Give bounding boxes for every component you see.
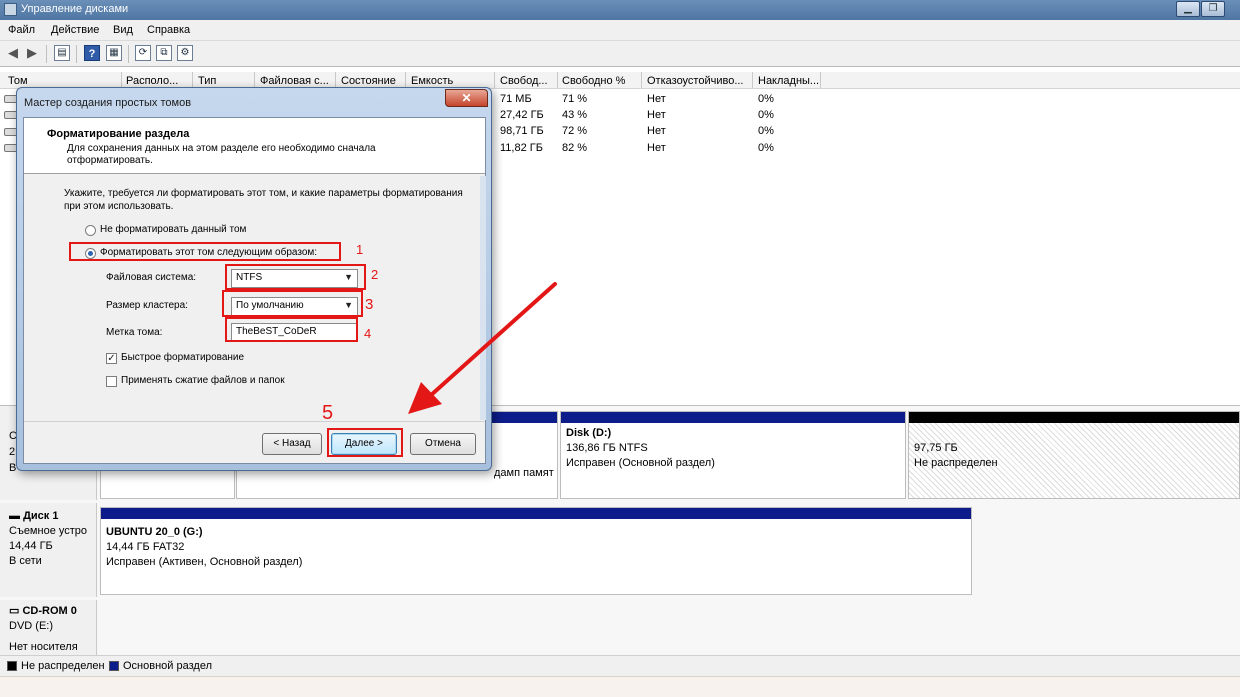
annotation-arrow <box>408 282 557 414</box>
